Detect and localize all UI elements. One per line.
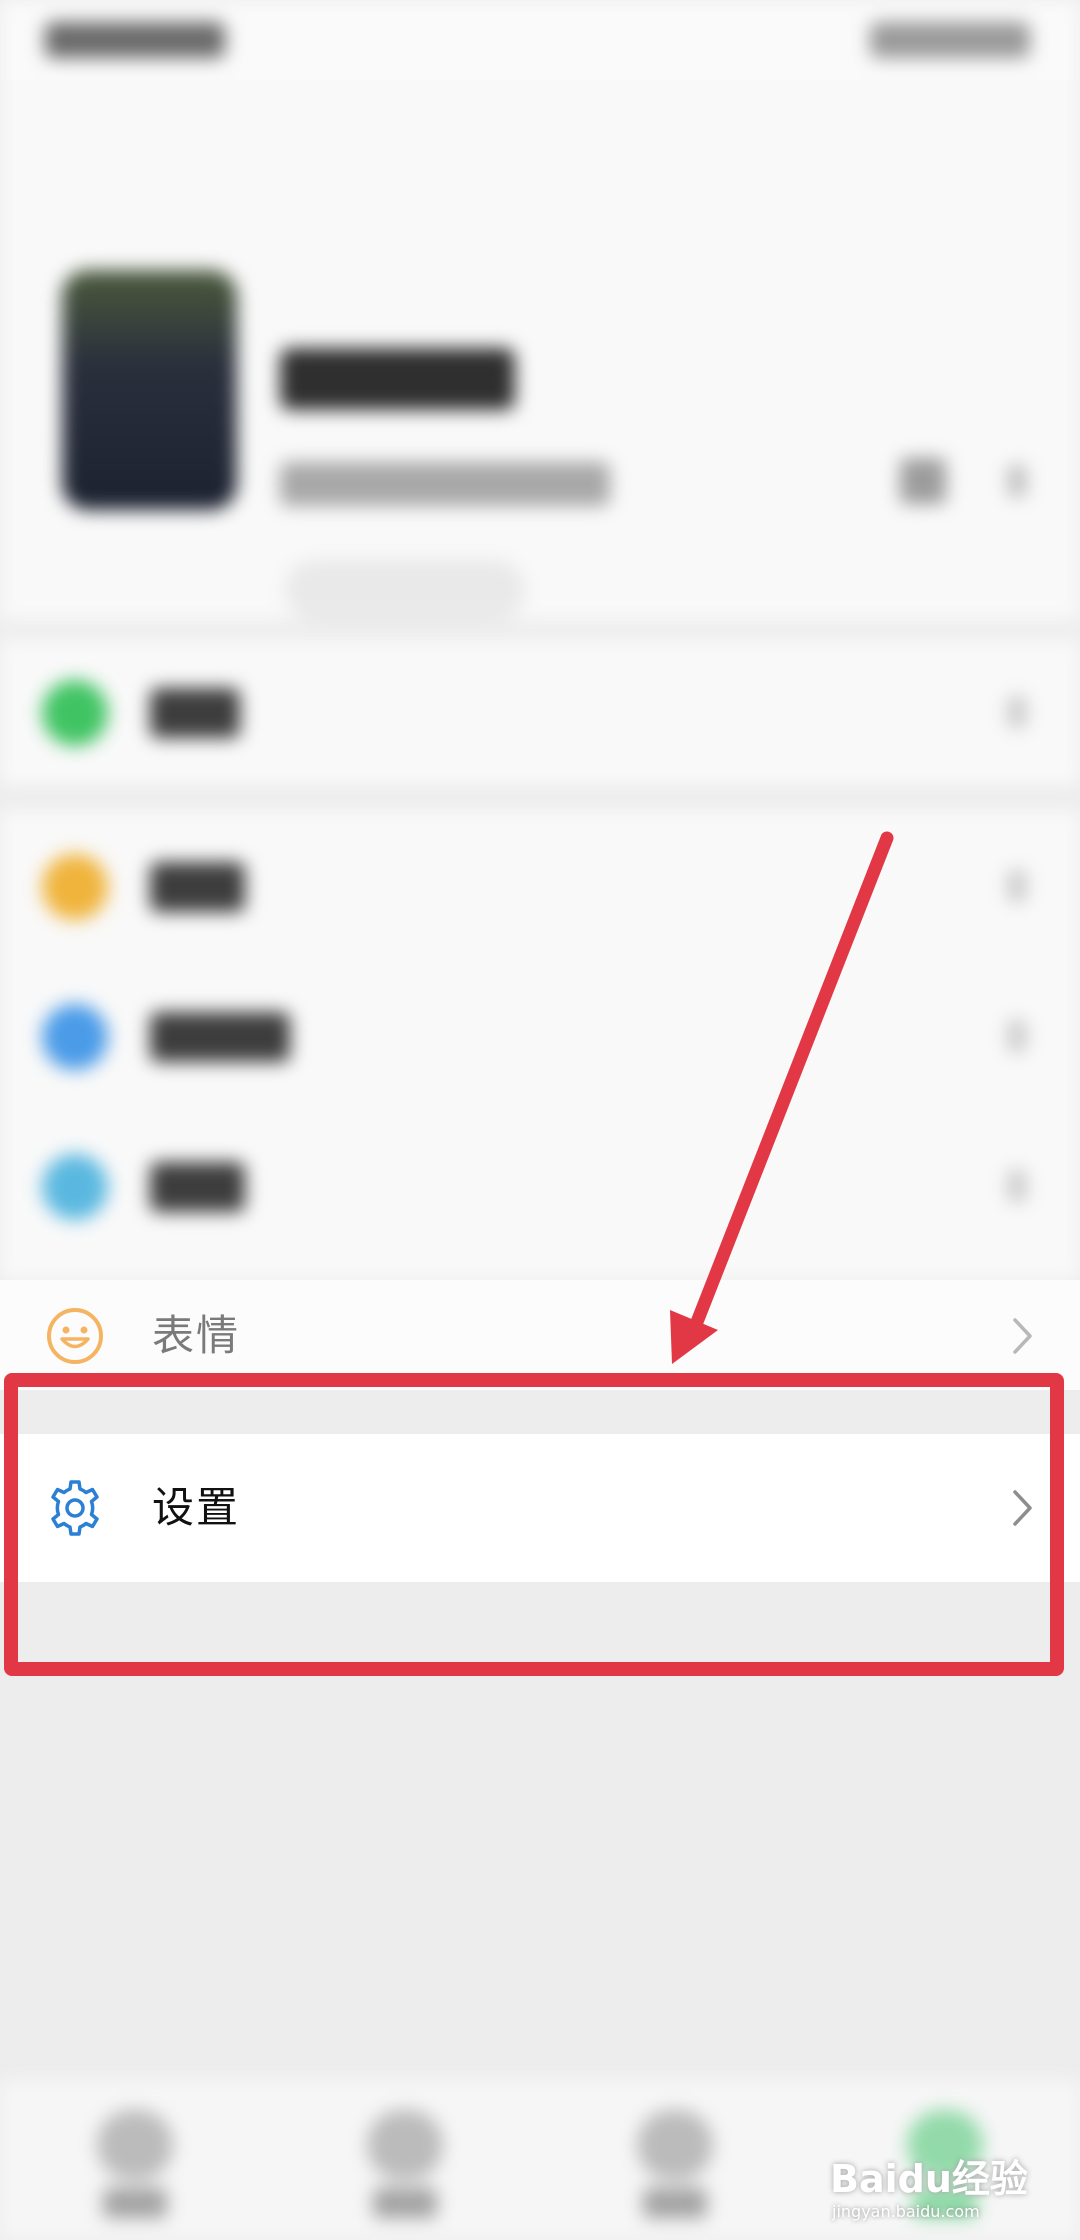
pay-icon [42, 680, 108, 746]
chevron-right-icon [1008, 696, 1026, 728]
chats-tab-icon[interactable] [97, 2110, 173, 2180]
menu-label-blurred [150, 688, 240, 738]
menu-label-blurred [150, 1012, 290, 1062]
status-bar [0, 0, 1080, 80]
smiley-icon [47, 1308, 103, 1364]
highlight-box [4, 1373, 1064, 1676]
chevron-right-icon [1013, 1318, 1032, 1354]
avatar[interactable] [62, 270, 237, 510]
profile-wechat-id [280, 462, 610, 506]
profile-nickname [280, 348, 515, 410]
baidu-watermark: Baidu经验 jingyan.baidu.com [820, 2140, 1070, 2235]
status-time [45, 22, 225, 58]
blurred-background [0, 0, 1080, 2240]
menu-label-blurred [150, 1162, 245, 1212]
discover-tab-icon[interactable] [637, 2110, 713, 2180]
menu-label-expression: 表情 [152, 1311, 241, 1360]
watermark-url: jingyan.baidu.com [832, 2202, 980, 2221]
profile-header[interactable] [0, 80, 1080, 620]
menu-group-blurred [0, 810, 1080, 1280]
chevron-right-icon [1008, 1020, 1026, 1052]
contacts-tab-label[interactable] [373, 2188, 437, 2218]
chevron-right-icon [1008, 1170, 1026, 1202]
chevron-right-icon [1008, 465, 1026, 497]
menu-label-blurred [150, 862, 245, 912]
favorites-icon [42, 854, 108, 920]
qr-code-icon[interactable] [900, 458, 946, 504]
status-button[interactable] [285, 560, 525, 620]
contacts-tab-icon[interactable] [367, 2110, 443, 2180]
status-battery [870, 22, 1030, 58]
album-icon [42, 1004, 108, 1070]
chats-tab-label[interactable] [103, 2188, 167, 2218]
cards-icon [42, 1154, 108, 1220]
chevron-right-icon [1008, 870, 1026, 902]
discover-tab-label[interactable] [643, 2188, 707, 2218]
menu-row-pay[interactable] [0, 640, 1080, 785]
watermark-brand: Baidu经验 [830, 2157, 1028, 2201]
